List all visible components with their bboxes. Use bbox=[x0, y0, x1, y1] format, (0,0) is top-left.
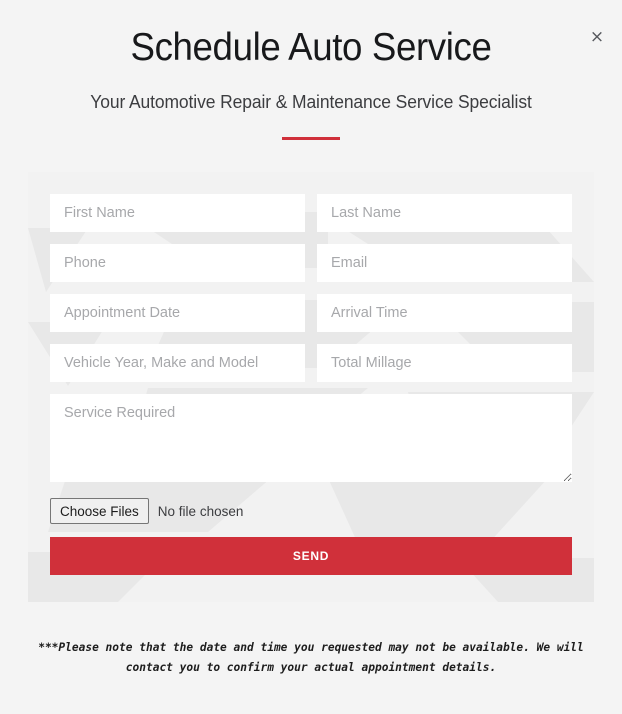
choose-files-button[interactable]: Choose Files bbox=[50, 498, 149, 524]
send-button[interactable]: SEND bbox=[50, 537, 572, 575]
appointment-date-input[interactable] bbox=[50, 294, 305, 332]
last-name-input[interactable] bbox=[317, 194, 572, 232]
file-upload-row: Choose Files No file chosen bbox=[50, 499, 572, 523]
page-header: Schedule Auto Service Your Automotive Re… bbox=[0, 0, 622, 140]
contact-fields-grid bbox=[50, 194, 572, 382]
service-required-textarea[interactable] bbox=[50, 394, 572, 482]
first-name-input[interactable] bbox=[50, 194, 305, 232]
arrival-time-input[interactable] bbox=[317, 294, 572, 332]
email-input[interactable] bbox=[317, 244, 572, 282]
appointment-form-card: Choose Files No file chosen SEND bbox=[28, 172, 594, 602]
page-subtitle: Your Automotive Repair & Maintenance Ser… bbox=[9, 91, 612, 114]
file-upload-status: No file chosen bbox=[158, 504, 244, 519]
appointment-disclaimer-note: ***Please note that the date and time yo… bbox=[0, 638, 622, 677]
accent-divider bbox=[282, 137, 340, 140]
vehicle-info-input[interactable] bbox=[50, 344, 305, 382]
phone-input[interactable] bbox=[50, 244, 305, 282]
total-millage-input[interactable] bbox=[317, 344, 572, 382]
page-title: Schedule Auto Service bbox=[19, 26, 604, 71]
